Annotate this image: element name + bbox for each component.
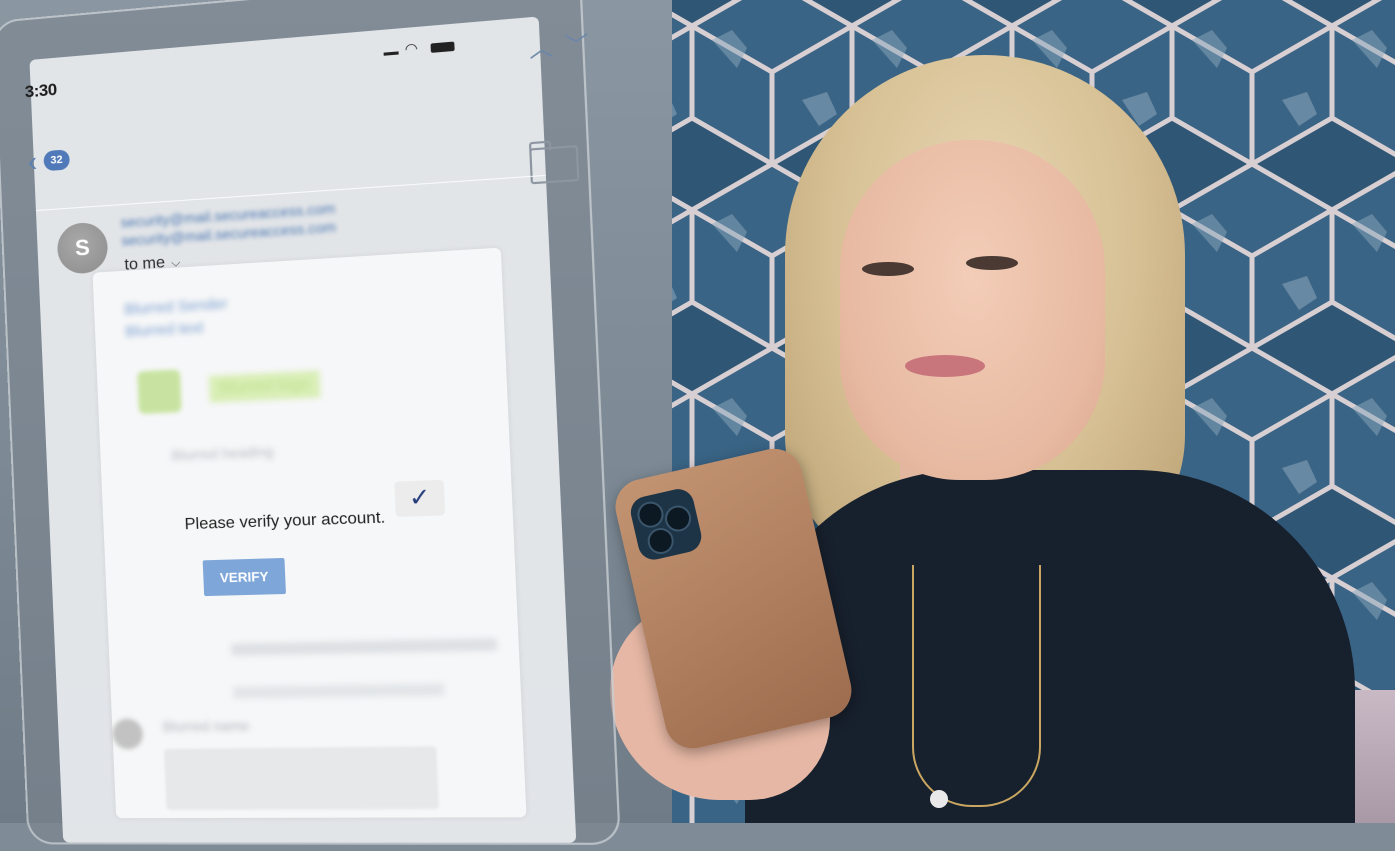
chevron-left-icon: ‹ <box>27 145 38 178</box>
blurred-text: Blurred Sender <box>124 295 228 319</box>
sender-avatar: S <box>56 221 109 275</box>
email-body: Blurred Sender Blurred text Blurred logo… <box>92 247 527 819</box>
email-overlay: 3:30 ◠ ︿﹀ ‹ 32 S security@mail.secureacc… <box>0 0 662 851</box>
necklace <box>912 565 1041 807</box>
blurred-line <box>231 638 498 656</box>
blurred-footer-name: Blurred name <box>162 717 250 735</box>
battery-icon <box>430 41 455 53</box>
blurred-heading: Blurred heading <box>171 442 274 464</box>
chevron-down-icon[interactable]: ﹀ <box>564 30 601 59</box>
blurred-avatar <box>111 718 144 750</box>
message-nav: ︿﹀ <box>528 25 600 65</box>
folder-icon[interactable] <box>529 144 580 185</box>
wifi-icon: ◠ <box>404 39 421 58</box>
blurred-text-2: Blurred text <box>124 319 204 341</box>
blurred-logo-icon <box>137 369 182 415</box>
signal-icon <box>383 40 399 56</box>
chevron-up-icon[interactable]: ︿ <box>528 33 565 62</box>
check-icon: ✓ <box>394 479 446 518</box>
verify-prompt: Please verify your account. <box>184 509 386 534</box>
blurred-logo-text: Blurred logo <box>208 370 321 403</box>
necklace-pendant <box>930 790 948 808</box>
back-button[interactable]: ‹ 32 <box>27 143 71 178</box>
face <box>840 140 1105 480</box>
right-eye <box>966 256 1018 270</box>
verify-button[interactable]: VERIFY <box>202 557 286 597</box>
clock-time: 3:30 <box>24 79 58 102</box>
mouth <box>905 355 985 377</box>
blurred-line-2 <box>232 683 445 699</box>
unread-count-badge: 32 <box>43 149 71 172</box>
blurred-footer-block <box>163 746 440 810</box>
left-eye <box>862 262 914 276</box>
